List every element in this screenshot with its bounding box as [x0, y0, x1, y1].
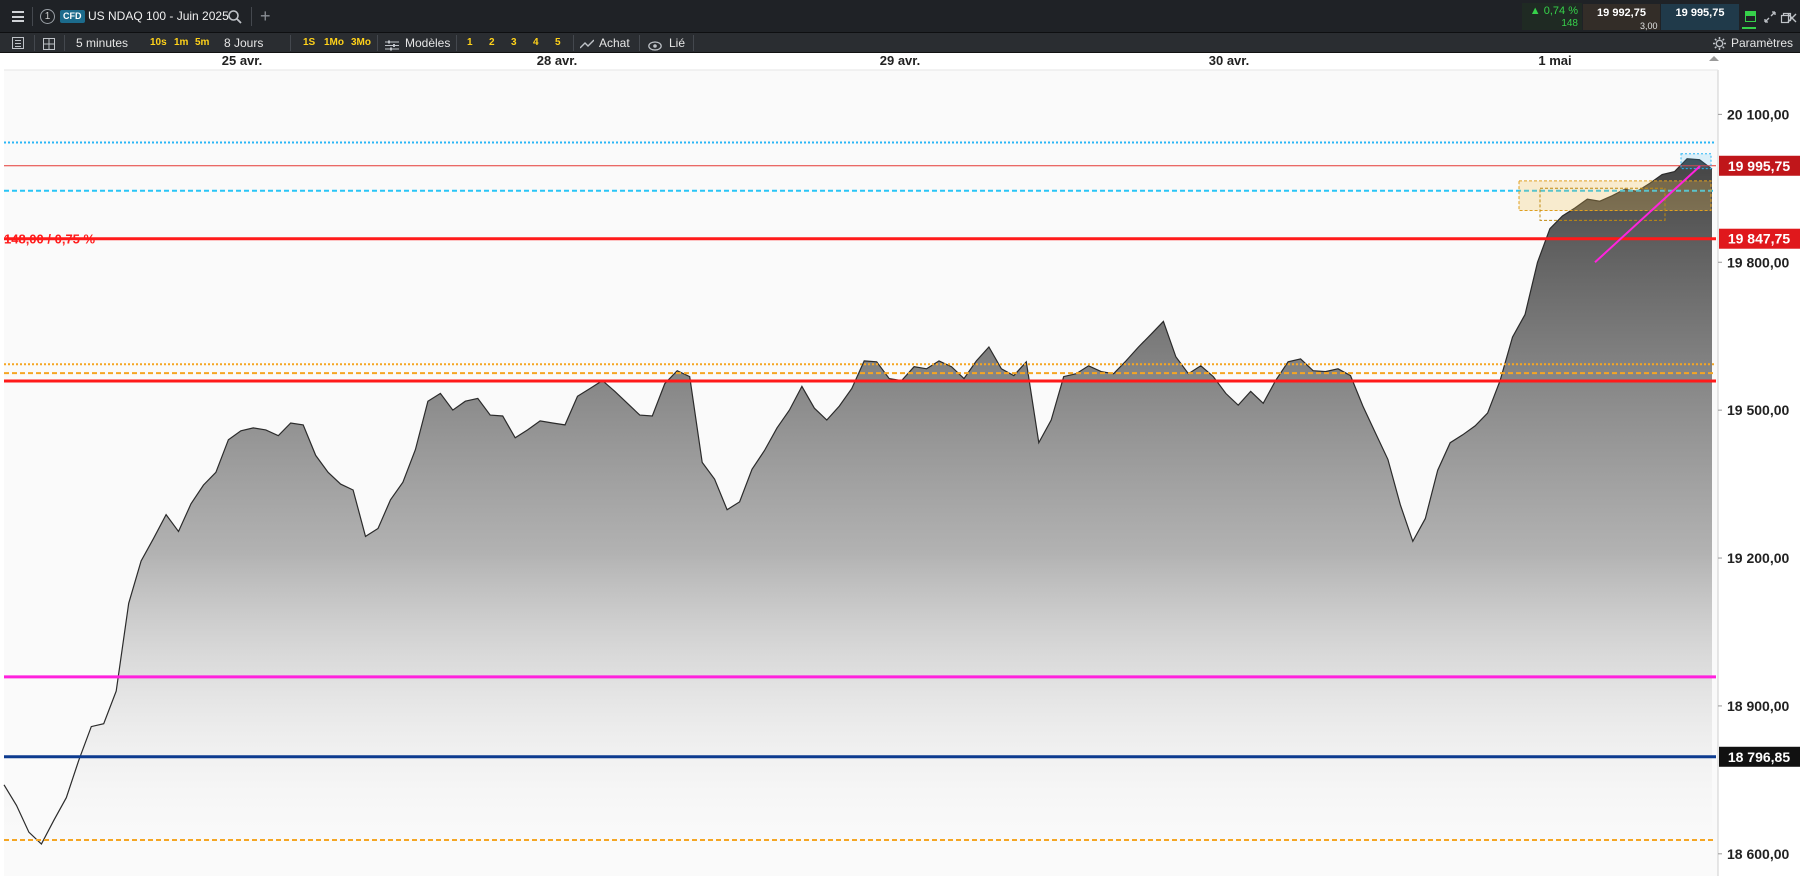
ask-price: 19 995,75 — [1675, 7, 1725, 19]
template-slot-5[interactable]: 5 — [555, 33, 561, 53]
chart-toolbar: 5 minutes 10s 1m 5m 8 Jours 1S 1Mo 3Mo M… — [0, 33, 1800, 53]
gear-icon[interactable] — [1713, 37, 1726, 50]
instrument-header: 1 CFD US NDAQ 100 - Juin 2025 + ▲ 0,74 %… — [0, 0, 1800, 33]
price-tick-label: 19 800,00 — [1727, 254, 1789, 270]
slot-number-badge[interactable]: 1 — [40, 9, 55, 24]
period-dropdown[interactable]: 8 Jours — [224, 33, 263, 53]
timeframe-dropdown[interactable]: 5 minutes — [76, 33, 128, 53]
price-tick-label: 19 200,00 — [1727, 550, 1789, 566]
price-tag-label: 19 995,75 — [1728, 158, 1790, 174]
date-label: 25 avr. — [222, 53, 263, 68]
interval-10s-button[interactable]: 10s — [150, 33, 167, 53]
price-tick-label: 18 900,00 — [1727, 698, 1789, 714]
linked-toggle[interactable]: Lié — [669, 33, 685, 53]
buy-button[interactable]: Achat — [599, 33, 630, 53]
template-slot-3[interactable]: 3 — [511, 33, 517, 53]
minimize-icon[interactable] — [1742, 27, 1756, 29]
templates-menu[interactable]: Modèles — [405, 33, 450, 53]
restore-icon[interactable] — [1763, 10, 1777, 24]
close-icon[interactable] — [1786, 11, 1798, 23]
eye-icon[interactable] — [648, 38, 662, 51]
date-label: 28 avr. — [537, 53, 578, 68]
period-1s-button[interactable]: 1S — [303, 33, 315, 53]
price-tick-label: 20 100,00 — [1727, 106, 1789, 122]
price-tag-label: 18 796,85 — [1728, 749, 1790, 765]
trading-window: 1 CFD US NDAQ 100 - Juin 2025 + ▲ 0,74 %… — [0, 0, 1800, 876]
list-icon[interactable] — [12, 37, 24, 49]
change-percent: ▲ 0,74 % — [1529, 5, 1578, 17]
template-slot-1[interactable]: 1 — [467, 33, 473, 53]
search-icon[interactable] — [227, 9, 243, 25]
date-label: 30 avr. — [1209, 53, 1250, 68]
interval-5m-button[interactable]: 5m — [195, 33, 209, 53]
ask-price-button[interactable]: 19 995,75 — [1661, 4, 1739, 30]
change-points: 148 — [1561, 18, 1578, 29]
template-slot-4[interactable]: 4 — [533, 33, 539, 53]
template-slot-2[interactable]: 2 — [489, 33, 495, 53]
period-1mo-button[interactable]: 1Mo — [324, 33, 344, 53]
plus-icon[interactable]: + — [260, 0, 271, 33]
daily-change: ▲ 0,74 % 148 — [1522, 3, 1582, 30]
layout-icon[interactable] — [1745, 11, 1756, 22]
trend-icon[interactable] — [579, 37, 595, 49]
bid-price: 19 992,75 — [1597, 7, 1646, 19]
instrument-type-badge: CFD — [60, 10, 85, 23]
date-label: 29 avr. — [880, 53, 921, 68]
price-chart[interactable]: 25 avr. 28 avr. 29 avr. 30 avr. 1 mai 20 100… — [0, 53, 1800, 876]
period-3mo-button[interactable]: 3Mo — [351, 33, 371, 53]
zone-rectangle[interactable] — [1518, 180, 1712, 211]
date-label: 1 mai — [1538, 53, 1571, 68]
hamburger-icon[interactable] — [12, 11, 24, 22]
templates-icon[interactable] — [385, 38, 399, 51]
zone-rectangle[interactable] — [1680, 153, 1712, 170]
price-tag-label: 19 847,75 — [1728, 231, 1790, 247]
change-annotation: 148,00 / 0,75 % — [4, 232, 96, 247]
instrument-name[interactable]: US NDAQ 100 - Juin 2025 — [88, 0, 229, 33]
interval-1m-button[interactable]: 1m — [174, 33, 188, 53]
price-tick-label: 19 500,00 — [1727, 402, 1789, 418]
price-tick-label: 18 600,00 — [1727, 846, 1789, 862]
spread-value: 3,00 — [1640, 21, 1658, 31]
grid-layout-icon[interactable] — [43, 37, 55, 50]
price-chart-svg[interactable]: 25 avr. 28 avr. 29 avr. 30 avr. 1 mai 20 100… — [0, 53, 1800, 876]
settings-button[interactable]: Paramètres — [1731, 33, 1793, 53]
